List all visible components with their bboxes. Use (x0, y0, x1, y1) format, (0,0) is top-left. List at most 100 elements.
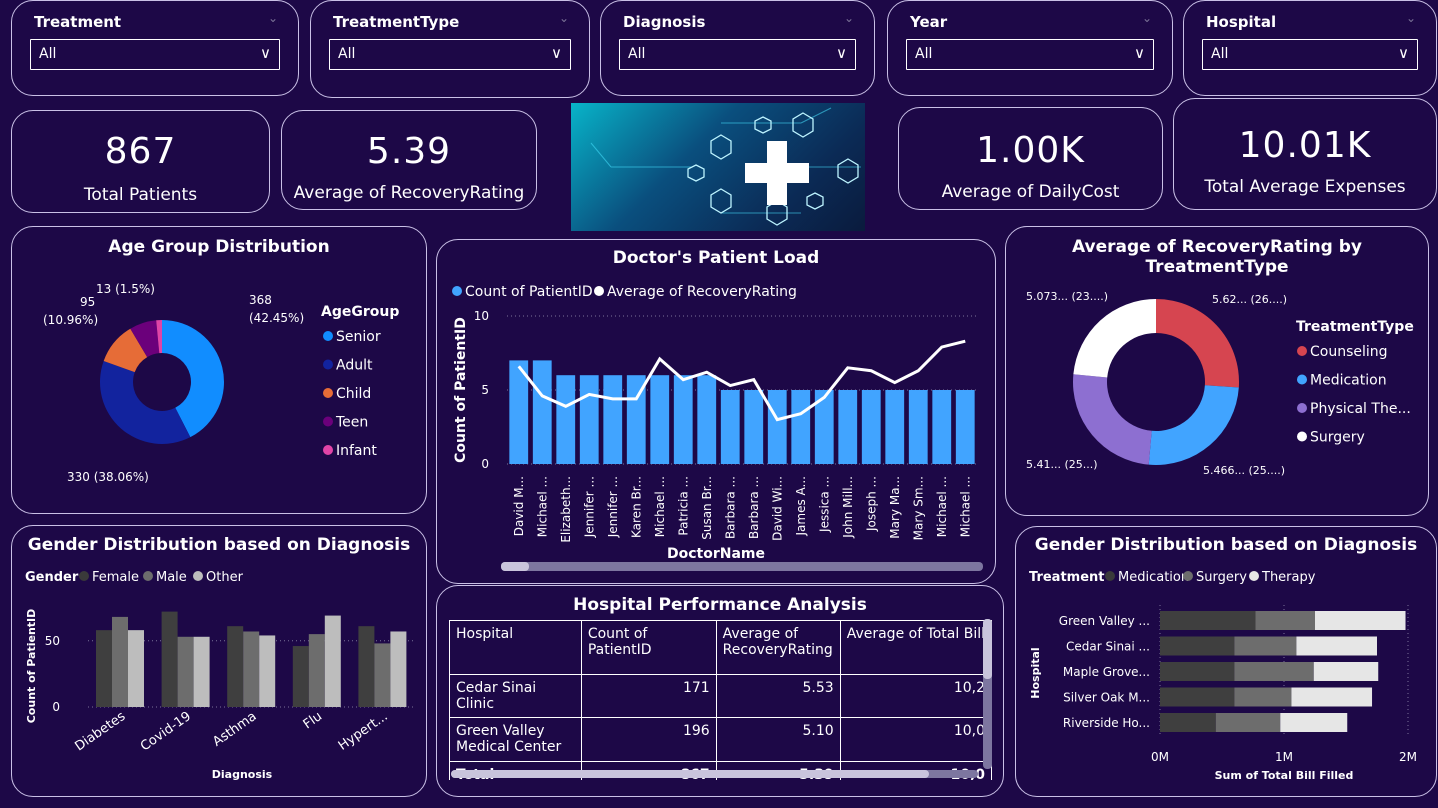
horizontal-scrollbar[interactable] (451, 770, 978, 778)
chevron-down-icon[interactable]: ⌄ (844, 11, 854, 25)
bar-male[interactable] (308, 634, 325, 707)
bar-other[interactable] (324, 615, 341, 707)
chevron-down-icon[interactable]: ⌄ (1406, 11, 1416, 25)
donut-slice-physicalthe[interactable] (1073, 374, 1152, 465)
bar-medication[interactable] (1160, 662, 1235, 681)
treatment-dropdown[interactable]: All ∨ (30, 39, 280, 70)
cell-hospital: Green Valley Medical Center (449, 717, 582, 762)
bar-medication[interactable] (1160, 611, 1256, 630)
bar-patient-count[interactable] (955, 390, 975, 464)
scrollbar-thumb[interactable] (983, 619, 992, 679)
bar-surgery[interactable] (1234, 687, 1292, 707)
chevron-down-icon: ∨ (551, 44, 562, 62)
bar-male[interactable] (374, 643, 391, 707)
bar-patient-count[interactable] (532, 360, 552, 464)
chevron-down-icon: ∨ (1134, 44, 1145, 62)
bar-therapy[interactable] (1280, 713, 1348, 732)
year-dropdown[interactable]: All ∨ (906, 39, 1154, 70)
bar-therapy[interactable] (1291, 687, 1373, 707)
slicer-treatmenttype: TreatmentType ⌄ All ∨ (310, 0, 590, 98)
bar-surgery[interactable] (1215, 713, 1281, 732)
donut-slice-medication[interactable] (1148, 385, 1239, 465)
scrollbar-thumb[interactable] (501, 562, 529, 571)
treatment-bar-svg: Treatment Medication Surgery Therapy Hospi… (1029, 570, 1417, 782)
legend-item[interactable]: Senior (336, 329, 381, 345)
donut-slice-surgery[interactable] (1073, 299, 1156, 378)
bar-male[interactable] (243, 631, 260, 707)
bar-female[interactable] (292, 646, 309, 707)
bar-patient-count[interactable] (744, 390, 764, 464)
bar-therapy[interactable] (1313, 662, 1379, 681)
bar-surgery[interactable] (1234, 636, 1297, 656)
bar-patient-count[interactable] (861, 390, 881, 464)
bar-female[interactable] (96, 630, 112, 707)
y-tick-label: 0 (52, 700, 60, 714)
legend-item[interactable]: Teen (335, 415, 368, 431)
vertical-scrollbar[interactable] (983, 619, 992, 769)
bar-surgery[interactable] (1234, 662, 1314, 681)
header-hospital[interactable]: Hospital (449, 620, 582, 675)
legend-item[interactable]: Therapy (1261, 570, 1316, 585)
legend-item[interactable]: Physical The... (1310, 401, 1411, 417)
bar-patient-count[interactable] (603, 375, 623, 464)
horizontal-scrollbar[interactable] (501, 562, 983, 571)
legend-item[interactable]: Male (156, 570, 187, 585)
donut-slice-adult[interactable] (100, 360, 191, 444)
bar-other[interactable] (193, 636, 210, 707)
legend-item[interactable]: Surgery (1196, 570, 1247, 585)
bar-female[interactable] (227, 626, 244, 707)
surgery-data-label: 5.073... (23....) (1026, 290, 1108, 303)
bar-medication[interactable] (1160, 687, 1235, 707)
bar-patient-count[interactable] (932, 390, 952, 464)
header-recovery[interactable]: Average of RecoveryRating (715, 620, 841, 675)
performance-table: Hospital Count of PatientID Average of R… (449, 620, 992, 780)
donut-slice-counseling[interactable] (1156, 299, 1239, 388)
legend-item[interactable]: Other (206, 570, 244, 585)
header-bill[interactable]: Average of Total Bill (839, 620, 992, 675)
hospital-dropdown[interactable]: All ∨ (1202, 39, 1418, 70)
bar-patient-count[interactable] (697, 375, 717, 464)
legend-item[interactable]: Female (92, 570, 139, 585)
bar-other[interactable] (259, 635, 276, 707)
bar-male[interactable] (112, 616, 128, 707)
bar-patient-count[interactable] (556, 375, 576, 464)
bar-female[interactable] (358, 626, 375, 707)
bar-therapy[interactable] (1296, 636, 1377, 656)
legend-item[interactable]: Child (336, 386, 371, 402)
bar-patient-count[interactable] (673, 375, 693, 464)
bar-patient-count[interactable] (908, 390, 928, 464)
legend-item[interactable]: Adult (336, 358, 373, 374)
bar-female[interactable] (161, 611, 178, 707)
bar-patient-count[interactable] (767, 390, 787, 464)
bar-patient-count[interactable] (885, 390, 905, 464)
scrollbar-thumb[interactable] (451, 770, 929, 778)
age-donut-svg: 368 (42.45%) 330 (38.06%) 95 (10.96%) 13… (43, 282, 399, 484)
chevron-down-icon[interactable]: ⌄ (559, 11, 569, 25)
x-tick-label: John Mill... (841, 476, 855, 539)
legend-item[interactable]: Counseling (1310, 344, 1388, 360)
bar-therapy[interactable] (1315, 611, 1406, 630)
treatmenttype-dropdown[interactable]: All ∨ (329, 39, 571, 70)
legend-item[interactable]: Medication (1310, 373, 1387, 389)
counseling-data-label: 5.62... (26....) (1212, 293, 1287, 306)
bar-patient-count[interactable] (791, 390, 811, 464)
bar-medication[interactable] (1160, 636, 1235, 656)
bar-other[interactable] (390, 631, 407, 707)
bar-medication[interactable] (1160, 713, 1216, 732)
table-row: Cedar Sinai Clinic 171 5.53 10,2 (449, 674, 992, 718)
bar-surgery[interactable] (1255, 611, 1315, 630)
bar-patient-count[interactable] (650, 375, 670, 464)
bar-patient-count[interactable] (579, 375, 599, 464)
diagnosis-dropdown[interactable]: All ∨ (619, 39, 856, 70)
bar-other[interactable] (128, 630, 144, 707)
bar-patient-count[interactable] (838, 390, 858, 464)
bar-patient-count[interactable] (720, 390, 740, 464)
legend-item[interactable]: Infant (336, 443, 377, 459)
kpi-value: 1.00K (976, 130, 1085, 171)
header-count[interactable]: Count of PatientID (580, 620, 717, 675)
bar-male[interactable] (177, 636, 194, 707)
legend-item[interactable]: Medication (1118, 570, 1189, 585)
chevron-down-icon[interactable]: ⌄ (1142, 11, 1152, 25)
legend-item[interactable]: Surgery (1310, 430, 1365, 446)
chevron-down-icon[interactable]: ⌄ (268, 11, 278, 25)
